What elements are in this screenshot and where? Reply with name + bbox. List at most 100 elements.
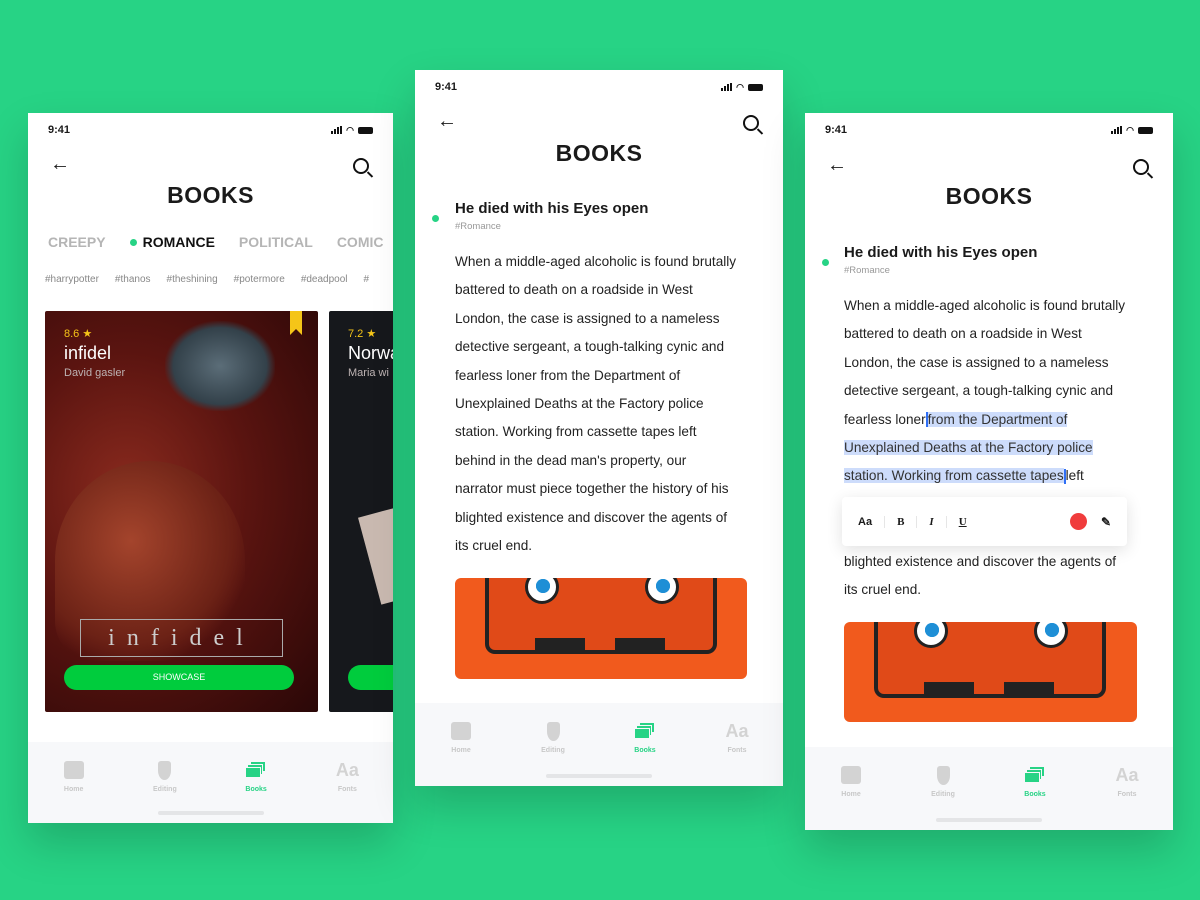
hashtag[interactable]: # <box>364 274 370 285</box>
status-time: 9:41 <box>48 124 71 136</box>
page-title: BOOKS <box>555 140 643 166</box>
article-body[interactable]: When a middle-aged alcoholic is found br… <box>844 292 1125 604</box>
signal-icon <box>721 83 733 91</box>
text-line: fearless loner from the Department of <box>844 406 1125 434</box>
active-dot <box>129 238 137 246</box>
bookmark-icon[interactable] <box>290 311 302 335</box>
pen-nib-icon <box>932 765 954 785</box>
bottom-tab-bar: Home Editing Books Aa Fonts <box>28 742 393 823</box>
underline-button[interactable]: U <box>947 516 979 528</box>
text-line: detective sergeant, a tough-talking cyni… <box>844 383 1114 399</box>
fonts-icon: Aa <box>335 759 359 780</box>
article-body[interactable]: When a middle-aged alcoholic is found br… <box>455 248 736 560</box>
tab-home[interactable]: Home <box>44 760 104 823</box>
tab-label: Editing <box>931 791 955 798</box>
tab-comic[interactable]: COMIC <box>337 234 384 250</box>
text-line: fearless loner from the Department of <box>455 367 681 383</box>
bottom-tab-bar: Home Editing Books Aa Fonts <box>415 703 783 786</box>
book-card-norway[interactable]: 7.2 ★ Norway Maria wi <box>329 311 393 712</box>
selected-text[interactable]: Unexplained Deaths at the Factory police <box>844 439 1093 455</box>
text-color-swatch[interactable] <box>1069 513 1087 530</box>
text-line: battered to death on a roadside in West <box>844 326 1082 342</box>
tab-fonts[interactable]: Aa Fonts <box>707 721 767 786</box>
tab-home[interactable]: Home <box>821 765 881 830</box>
text-line: London, the case is assigned to a namele… <box>844 354 1109 370</box>
book-rating: 8.6 ★ <box>64 328 93 340</box>
article-tag[interactable]: #Romance <box>844 265 890 276</box>
tab-label: Fonts <box>727 747 747 754</box>
article-heading: He died with his Eyes open <box>844 244 1038 261</box>
back-arrow-icon[interactable]: ← <box>827 154 847 177</box>
format-toolbar: Aa B I U ✎ <box>842 497 1127 546</box>
home-sliders-icon <box>63 760 85 780</box>
selected-text[interactable]: station. Working from cassette tapes <box>844 468 1064 484</box>
cover-art-hand <box>165 321 275 411</box>
text-line: When a middle-aged alcoholic is found br… <box>844 298 1126 313</box>
search-icon[interactable] <box>1133 159 1149 175</box>
search-icon[interactable] <box>743 115 759 131</box>
showcase-button[interactable]: SHOWCASE <box>64 665 294 690</box>
battery-icon <box>748 83 763 91</box>
home-sliders-icon <box>840 765 862 785</box>
showcase-button[interactable] <box>348 665 393 690</box>
bold-button[interactable]: B <box>885 515 918 528</box>
tab-label: Home <box>841 791 861 798</box>
books-stack-icon <box>245 760 267 780</box>
italic-button[interactable]: I <box>917 515 947 528</box>
text-line: blighted existence and discover the agen… <box>844 553 1117 569</box>
home-indicator <box>157 811 264 815</box>
home-indicator <box>936 818 1042 822</box>
text-line: blighted existence and discover the agen… <box>455 509 728 525</box>
tab-label: Editing <box>541 747 565 754</box>
book-title: Norway <box>348 343 393 363</box>
selected-text[interactable]: from the Department of <box>927 411 1068 427</box>
article-heading: He died with his Eyes open <box>455 200 649 217</box>
status-bar: 9:41 ◠ <box>435 81 763 93</box>
tab-political[interactable]: POLITICAL <box>239 234 313 250</box>
phone-article-selection: 9:41 ◠ ← BOOKS He died with his Eyes ope… <box>805 113 1173 830</box>
book-card-infidel[interactable]: 8.6 ★ infidel David gasler infidel SHOWC… <box>45 311 318 712</box>
back-arrow-icon[interactable]: ← <box>437 110 457 133</box>
text-line: battered to death on a roadside in West <box>455 282 693 298</box>
pen-nib-icon <box>154 760 176 780</box>
tab-home[interactable]: Home <box>431 721 491 786</box>
text-unselected: left <box>1065 468 1084 484</box>
text-line: Unexplained Deaths at the Factory police <box>455 395 704 411</box>
status-bar: 9:41 ◠ <box>48 124 373 136</box>
bottom-tab-bar: Home Editing Books Aa Fonts <box>805 747 1173 830</box>
pencil-icon[interactable]: ✎ <box>1101 515 1111 529</box>
status-time: 9:41 <box>825 124 848 136</box>
hashtag[interactable]: #thanos <box>115 274 151 285</box>
wifi-icon: ◠ <box>346 124 354 135</box>
font-size-button[interactable]: Aa <box>858 515 886 528</box>
status-bar: 9:41 ◠ <box>825 124 1153 136</box>
text-line: its cruel end. <box>844 581 922 597</box>
article-image-cassette <box>455 578 747 679</box>
hashtag[interactable]: #potermore <box>234 274 285 285</box>
tab-romance[interactable]: ROMANCE <box>129 234 215 250</box>
article-tag[interactable]: #Romance <box>455 221 501 232</box>
text-line: station. Working from cassette tapes lef… <box>455 424 697 440</box>
back-arrow-icon[interactable]: ← <box>50 153 70 176</box>
fonts-icon: Aa <box>725 720 749 741</box>
text-line: Unexplained Deaths at the Factory police <box>844 434 1125 462</box>
tab-label: Home <box>451 747 471 754</box>
tab-label: Books <box>1024 791 1046 798</box>
tab-fonts[interactable]: Aa Fonts <box>317 760 377 823</box>
hashtag[interactable]: #deadpool <box>301 274 348 285</box>
tab-creepy[interactable]: CREEPY <box>48 234 106 250</box>
search-icon[interactable] <box>353 158 369 174</box>
hashtag[interactable]: #theshining <box>167 274 218 285</box>
tab-fonts[interactable]: Aa Fonts <box>1097 765 1157 830</box>
page-title: BOOKS <box>945 183 1033 209</box>
text-line: its cruel end. <box>455 537 533 553</box>
text-line: behind in the dead man's property, our <box>455 452 687 468</box>
hashtag-list: #harrypotter #thanos #theshining #poterm… <box>45 274 369 285</box>
text-line: When a middle-aged alcoholic is found br… <box>455 254 737 269</box>
tab-label: Editing <box>153 786 177 793</box>
fonts-icon: Aa <box>1115 764 1139 785</box>
phone-article: 9:41 ◠ ← BOOKS He died with his Eyes ope… <box>415 70 783 786</box>
books-stack-icon <box>634 721 656 741</box>
hashtag[interactable]: #harrypotter <box>45 274 99 285</box>
book-author: David gasler <box>64 367 126 379</box>
